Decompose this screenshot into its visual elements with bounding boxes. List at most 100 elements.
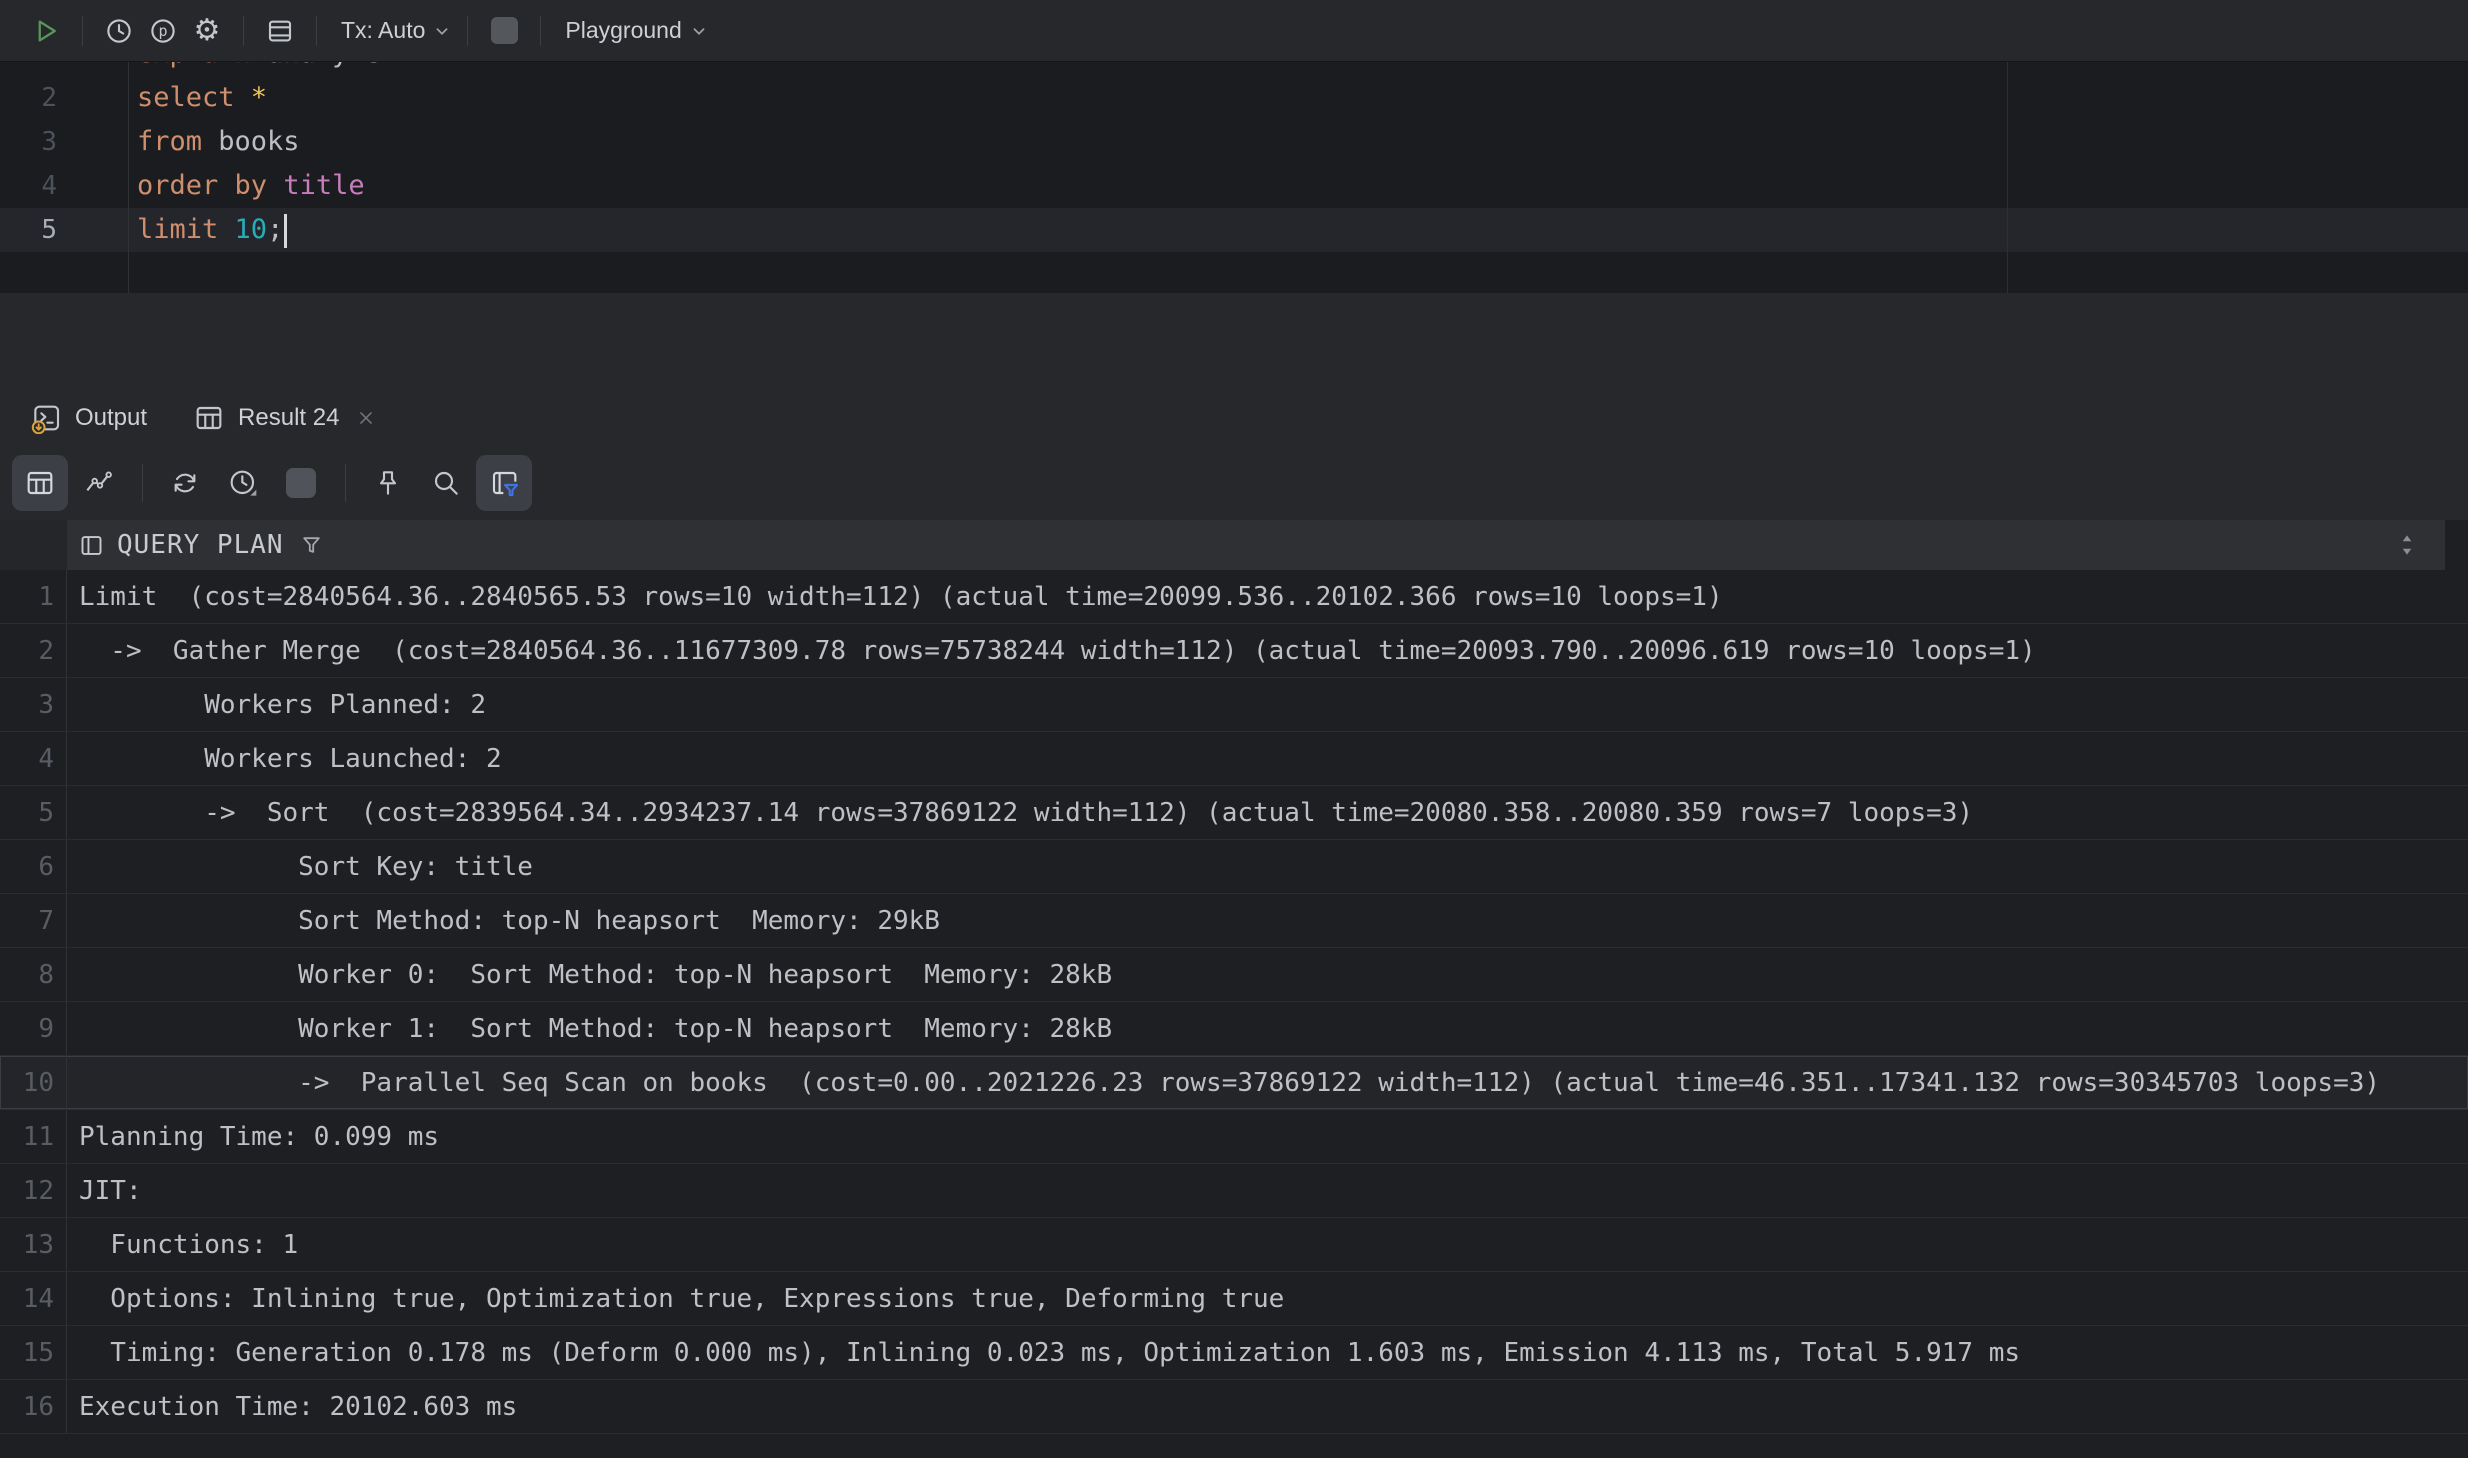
tab-output-label: Output [75, 404, 147, 432]
sql-editor[interactable]: 1explain analyze2select *3from books4ord… [0, 62, 2468, 293]
plan-row[interactable]: 9 Worker 1: Sort Method: top-N heapsort … [0, 1002, 2468, 1056]
code-token: explain [137, 62, 267, 69]
table-icon [193, 402, 225, 434]
editor-line[interactable]: 5limit 10; [0, 208, 2468, 252]
plan-row-text: Timing: Generation 0.178 ms (Deform 0.00… [67, 1326, 2020, 1379]
code-token: order by [137, 170, 283, 201]
panel-column-icon [78, 532, 105, 559]
code-token: analyze [267, 62, 381, 69]
chevron-down-icon [688, 20, 710, 42]
plan-row[interactable]: 6 Sort Key: title [0, 840, 2468, 894]
dropdown-corner-icon [250, 489, 256, 495]
code-text: explain analyze [128, 62, 381, 76]
editor-line[interactable]: 3from books [0, 120, 2468, 164]
panel-bottom-strip [0, 1434, 2468, 1458]
editor-panel-gap [0, 293, 2468, 390]
plan-row-number: 15 [0, 1326, 67, 1379]
plan-row[interactable]: 2 -> Gather Merge (cost=2840564.36..1167… [0, 624, 2468, 678]
run-button[interactable] [24, 9, 68, 53]
code-token: title [283, 170, 364, 201]
plan-row-number: 2 [0, 624, 67, 677]
plan-row[interactable]: 1Limit (cost=2840564.36..2840565.53 rows… [0, 570, 2468, 624]
code-token: from [137, 126, 218, 157]
gutter-separator [128, 62, 129, 293]
sort-button[interactable] [2394, 529, 2420, 561]
plan-row[interactable]: 13 Functions: 1 [0, 1218, 2468, 1272]
close-tab-button[interactable] [355, 407, 377, 429]
tab-result-24[interactable]: Result 24 [193, 390, 377, 445]
code-text: select * [128, 76, 267, 120]
code-token: 10 [235, 214, 268, 245]
plan-row-number: 9 [0, 1002, 67, 1055]
p-circle-icon: p [148, 16, 178, 46]
plan-row-text: Worker 1: Sort Method: top-N heapsort Me… [67, 1002, 1112, 1055]
plan-row[interactable]: 10 -> Parallel Seq Scan on books (cost=0… [0, 1056, 2468, 1110]
plan-row-text: Sort Key: title [67, 840, 533, 893]
line-number: 3 [0, 120, 128, 164]
plan-row-number: 14 [0, 1272, 67, 1325]
query-plan-column-header[interactable]: QUERY PLAN [0, 520, 2468, 570]
plan-row[interactable]: 3 Workers Planned: 2 [0, 678, 2468, 732]
plan-row-number: 6 [0, 840, 67, 893]
plan-row[interactable]: 11Planning Time: 0.099 ms [0, 1110, 2468, 1164]
stop-query-button[interactable] [273, 455, 329, 511]
layout-button[interactable] [258, 9, 302, 53]
plan-row-number: 1 [0, 570, 67, 623]
filter-panel-button[interactable] [476, 455, 532, 511]
plan-row-text: Planning Time: 0.099 ms [67, 1110, 439, 1163]
stop-icon [491, 17, 518, 44]
search-button[interactable] [418, 455, 474, 511]
plan-row[interactable]: 7 Sort Method: top-N heapsort Memory: 29… [0, 894, 2468, 948]
text-cursor [284, 214, 287, 248]
play-icon [31, 16, 61, 46]
plan-row[interactable]: 8 Worker 0: Sort Method: top-N heapsort … [0, 948, 2468, 1002]
plan-row[interactable]: 16Execution Time: 20102.603 ms [0, 1380, 2468, 1434]
plan-row-text: -> Parallel Seq Scan on books (cost=0.00… [67, 1056, 2380, 1109]
refresh-button[interactable] [157, 455, 213, 511]
table-filter-icon [488, 467, 520, 499]
plan-row[interactable]: 14 Options: Inlining true, Optimization … [0, 1272, 2468, 1326]
code-text: limit 10; [128, 208, 287, 252]
history-button[interactable] [97, 9, 141, 53]
editor-line[interactable]: 2select * [0, 76, 2468, 120]
toolbar-separator [467, 16, 468, 46]
editor-line[interactable]: 1explain analyze [0, 62, 2468, 76]
plan-row-text: Functions: 1 [67, 1218, 298, 1271]
chart-view-button[interactable] [70, 455, 126, 511]
stop-button[interactable] [482, 9, 526, 53]
grid-view-button[interactable] [12, 455, 68, 511]
right-margin-guide [2007, 62, 2008, 293]
parameters-button[interactable]: p [141, 9, 185, 53]
plan-row[interactable]: 15 Timing: Generation 0.178 ms (Deform 0… [0, 1326, 2468, 1380]
toolbar-separator [316, 16, 317, 46]
settings-button[interactable]: ⚙ [185, 9, 229, 53]
tab-output[interactable]: Output [30, 390, 147, 445]
chevron-down-icon [431, 20, 453, 42]
plan-header-gutter [0, 520, 67, 570]
console-selector[interactable]: Playground [555, 17, 709, 44]
scrollbar-track[interactable] [2445, 520, 2468, 570]
filter-icon[interactable] [298, 532, 325, 559]
plan-row[interactable]: 12JIT: [0, 1164, 2468, 1218]
tx-mode-selector[interactable]: Tx: Auto [331, 17, 453, 44]
editor-line[interactable]: 4order by title [0, 164, 2468, 208]
table-icon [24, 467, 56, 499]
search-icon [430, 467, 462, 499]
toolbar-separator [540, 16, 541, 46]
plan-row-text: Worker 0: Sort Method: top-N heapsort Me… [67, 948, 1112, 1001]
plan-row-number: 8 [0, 948, 67, 1001]
layout-panels-icon [265, 16, 295, 46]
plan-row-number: 10 [0, 1056, 67, 1109]
plan-row[interactable]: 5 -> Sort (cost=2839564.34..2934237.14 r… [0, 786, 2468, 840]
plan-row-number: 12 [0, 1164, 67, 1217]
plan-row-text: Execution Time: 20102.603 ms [67, 1380, 517, 1433]
toolbar-separator [345, 464, 346, 502]
plan-row[interactable]: 4 Workers Launched: 2 [0, 732, 2468, 786]
plan-row-number: 3 [0, 678, 67, 731]
code-token: select [137, 82, 251, 113]
console-name-label: Playground [565, 17, 681, 44]
tx-mode-label: Tx: Auto [341, 17, 425, 44]
plan-row-number: 16 [0, 1380, 67, 1433]
schedule-button[interactable] [215, 455, 271, 511]
pin-tab-button[interactable] [360, 455, 416, 511]
